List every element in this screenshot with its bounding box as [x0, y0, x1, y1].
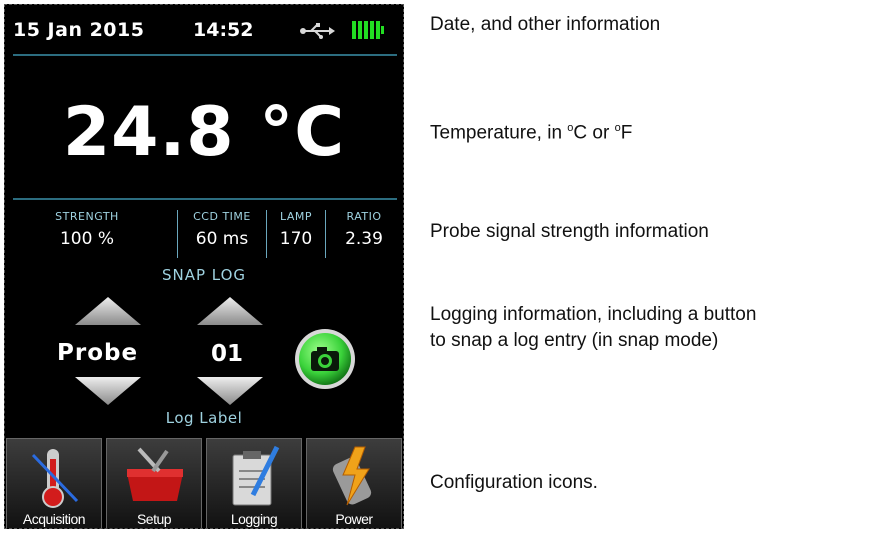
- date-annotation: Date, and other information: [430, 14, 661, 35]
- ccd-time-label: CCD TIME: [193, 210, 251, 223]
- temperature-divider: [13, 198, 397, 200]
- divider: [325, 210, 326, 258]
- logging-label: Logging: [230, 511, 278, 527]
- setup-button[interactable]: Setup: [106, 438, 202, 528]
- usb-icon: [300, 23, 335, 39]
- power-label: Power: [335, 511, 373, 527]
- snap-log-button[interactable]: [293, 327, 357, 391]
- signal-annotation: Probe signal strength information: [430, 221, 709, 242]
- log-number-value: 01: [211, 341, 244, 367]
- config-toolbar: Acquisition Setup Logging Power: [5, 438, 403, 528]
- label-down-arrow-icon[interactable]: [75, 377, 141, 405]
- header-divider: [13, 54, 397, 56]
- time-display: 14:52: [193, 19, 254, 41]
- temperature-annotation-prefix: Temperature, in: [430, 122, 568, 144]
- lamp-cell: LAMP 170: [269, 210, 323, 249]
- device-screen: 15 Jan 2015 14:52 24.8 °C STRENGTH 100 %: [4, 4, 404, 529]
- logging-button[interactable]: Logging: [206, 438, 302, 528]
- temperature-annotation: Temperature, in oC or oF: [430, 122, 632, 144]
- acquisition-label: Acquisition: [22, 511, 86, 527]
- log-label-caption: Log Label: [165, 409, 243, 427]
- divider: [177, 210, 178, 258]
- ratio-value: 2.39: [345, 229, 383, 249]
- number-down-arrow-icon[interactable]: [197, 377, 263, 405]
- unit-celsius: C: [573, 122, 588, 144]
- clipboard-icon: [232, 445, 280, 506]
- logging-annotation-line2: to snap a log entry (in snap mode): [430, 330, 719, 351]
- ccd-time-cell: CCD TIME 60 ms: [181, 210, 263, 249]
- ccd-time-value: 60 ms: [195, 229, 249, 249]
- lamp-value: 170: [279, 229, 313, 249]
- temperature-reading: 24.8 °C: [62, 93, 346, 172]
- toolbox-icon: [127, 447, 183, 501]
- date-display: 15 Jan 2015: [13, 19, 145, 41]
- temperature-annotation-or: or: [587, 122, 615, 144]
- strength-cell: STRENGTH 100 %: [17, 210, 157, 249]
- battery-icon: [352, 21, 384, 39]
- setup-label: Setup: [136, 511, 172, 527]
- status-bar: 15 Jan 2015 14:52: [5, 5, 403, 55]
- log-mode-label: SNAP LOG: [161, 266, 247, 284]
- divider: [266, 210, 267, 258]
- strength-label: STRENGTH: [55, 210, 119, 223]
- number-up-arrow-icon[interactable]: [197, 297, 263, 325]
- ratio-cell: RATIO 2.39: [327, 210, 401, 249]
- config-annotation: Configuration icons.: [430, 472, 598, 493]
- signal-info-row: STRENGTH 100 % CCD TIME 60 ms LAMP 170 R…: [5, 210, 403, 258]
- thermometer-icon: [31, 449, 79, 508]
- unit-fahrenheit: F: [620, 122, 633, 144]
- label-up-arrow-icon[interactable]: [75, 297, 141, 325]
- log-label-value: Probe: [57, 340, 139, 366]
- ratio-label: RATIO: [346, 210, 382, 223]
- strength-value: 100 %: [59, 229, 114, 249]
- lamp-label: LAMP: [279, 210, 313, 223]
- logging-annotation-line1: Logging information, including a button: [430, 304, 757, 325]
- acquisition-button[interactable]: Acquisition: [6, 438, 102, 528]
- power-button[interactable]: Power: [306, 438, 402, 528]
- battery-bolt-icon: [332, 446, 372, 506]
